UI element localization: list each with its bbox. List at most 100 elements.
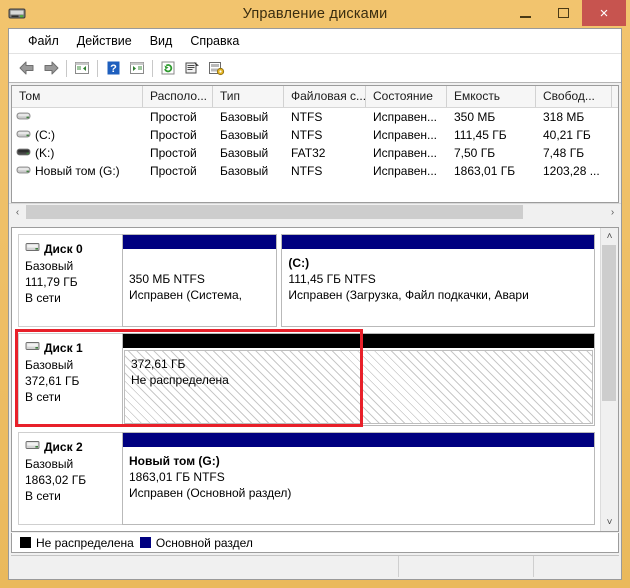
partition-color-bar — [123, 235, 277, 250]
table-row[interactable]: Простой Базовый NTFS Исправен... 350 МБ 318 М… — [12, 108, 618, 126]
partition-details: Новый том (G:) 1863,01 ГБ NTFS Исправен (О… — [123, 448, 594, 524]
column-header[interactable]: Том — [12, 86, 143, 107]
status-bar-cell-3 — [534, 556, 619, 577]
partition-details: (C:) 111,45 ГБ NTFS Исправен (Загрузка, Фа… — [282, 250, 594, 326]
legend-label: Не распределена — [36, 535, 134, 550]
cell-layout: Простой — [150, 128, 197, 142]
partition-container: Новый том (G:) 1863,01 ГБ NTFS Исправен (О… — [122, 432, 595, 525]
help-icon[interactable]: ? — [101, 56, 125, 80]
vscroll-thumb[interactable] — [602, 245, 616, 402]
partition-status: Исправен (Основной раздел) — [129, 486, 292, 500]
table-row[interactable]: Новый том (G:) Простой Базовый NTFS Исправен… — [12, 162, 618, 180]
menu-item-file[interactable]: Файл — [19, 31, 68, 51]
cell-name: (K:) — [12, 146, 143, 161]
menu-item-help[interactable]: Справка — [181, 31, 248, 51]
scroll-up-icon[interactable]: ˄ — [601, 228, 618, 245]
back-arrow-icon[interactable] — [15, 56, 39, 80]
column-header[interactable]: Состояние — [366, 86, 447, 107]
cell-layout: Простой — [150, 110, 197, 124]
volume-name: (C:) — [35, 128, 55, 142]
rescan-disks-icon[interactable] — [204, 56, 228, 80]
partition[interactable]: 372,61 ГБ Не распределена — [122, 333, 595, 426]
partition[interactable]: 350 МБ NTFS Исправен (Система, — [122, 234, 278, 327]
volume-list-pane: Том Располо... Тип Файловая с... Состояние Ем… — [11, 85, 619, 203]
cell-layout: Простой — [150, 146, 197, 160]
disk-info-panel[interactable]: Диск 2 Базовый 1863,02 ГБ В сети — [18, 432, 122, 525]
disk-type: Базовый — [25, 259, 74, 273]
table-row[interactable]: (C:) Простой Базовый NTFS Исправен... 111,45 … — [12, 126, 618, 144]
volume-drive-icon — [16, 164, 31, 179]
toolbar: ? — [9, 54, 621, 83]
partition-size: 111,45 ГБ NTFS — [288, 272, 376, 286]
volume-drive-icon — [16, 110, 31, 125]
close-icon: × — [599, 4, 609, 22]
maximize-button[interactable] — [544, 0, 582, 26]
volume-list-body[interactable]: Простой Базовый NTFS Исправен... 350 МБ 318 М… — [12, 108, 618, 202]
partition-label-spacer — [129, 255, 276, 271]
scroll-right-icon[interactable]: › — [604, 204, 621, 221]
disk-row[interactable]: Диск 1 Базовый 372,61 ГБ В сети 372,61 ГБ Не … — [12, 327, 600, 426]
cell-filesystem: NTFS — [291, 164, 323, 178]
partition-color-bar — [123, 334, 594, 349]
cell-type: Базовый — [220, 128, 269, 142]
disk-size: 372,61 ГБ — [25, 374, 80, 388]
cell-name: Новый том (G:) — [12, 164, 143, 179]
disk-row[interactable]: Диск 0 Базовый 111,79 ГБ В сети 350 МБ NTFS И… — [12, 228, 600, 327]
title-bar: Управление дисками × — [6, 0, 626, 28]
disk-title: Диск 0 — [25, 241, 122, 256]
column-header[interactable]: Располо... — [143, 86, 213, 107]
partition-container: 350 МБ NTFS Исправен (Система, (C:) 111,45 … — [122, 234, 595, 327]
legend: Не распределена Основной раздел — [11, 533, 619, 553]
table-row[interactable]: (K:) Простой Базовый FAT32 Исправен... 7,50 Г… — [12, 144, 618, 162]
column-header[interactable]: Свобод... — [536, 86, 612, 107]
status-bar-cell-1 — [11, 556, 399, 577]
legend-swatch — [139, 537, 151, 548]
volume-list-header: Том Располо... Тип Файловая с... Состояние Ем… — [12, 86, 618, 108]
refresh-icon[interactable] — [156, 56, 180, 80]
column-header[interactable]: Емкость — [447, 86, 536, 107]
cell-status: Исправен... — [373, 128, 438, 142]
disk-name: Диск 0 — [44, 241, 83, 256]
volume-name: Новый том (G:) — [35, 164, 120, 178]
partition[interactable]: (C:) 111,45 ГБ NTFS Исправен (Загрузка, Фа… — [281, 234, 595, 327]
show-hide-action-pane-icon[interactable] — [125, 56, 149, 80]
disk-size: 1863,02 ГБ — [25, 473, 87, 487]
disk-state: В сети — [25, 291, 61, 305]
partition-status: Исправен (Загрузка, Файл подкачки, Авари — [288, 288, 529, 302]
disk-type: Базовый — [25, 457, 74, 471]
hscroll-thumb[interactable] — [26, 205, 524, 219]
partition-details: 372,61 ГБ Не распределена — [124, 350, 593, 424]
disk-name: Диск 2 — [44, 439, 83, 454]
cell-type: Базовый — [220, 110, 269, 124]
cell-status: Исправен... — [373, 110, 438, 124]
menu-item-view[interactable]: Вид — [141, 31, 182, 51]
hscroll-track[interactable] — [26, 204, 604, 221]
cell-type: Базовый — [220, 146, 269, 160]
disk-type: Базовый — [25, 358, 74, 372]
status-bar-cell-2 — [399, 556, 534, 577]
client-area: Файл Действие Вид Справка ? Том Располо.… — [8, 28, 622, 580]
vscroll-track[interactable] — [601, 245, 618, 514]
legend-swatch — [20, 537, 31, 548]
scroll-down-icon[interactable]: ˅ — [601, 514, 618, 531]
graphical-view-vscrollbar[interactable]: ˄ ˅ — [600, 228, 618, 531]
scroll-left-icon[interactable]: ‹ — [9, 204, 26, 221]
close-button[interactable]: × — [582, 0, 626, 26]
show-hide-console-tree-icon[interactable] — [70, 56, 94, 80]
cell-filesystem: NTFS — [291, 128, 323, 142]
svg-text:?: ? — [110, 63, 117, 75]
volume-list-hscrollbar[interactable]: ‹ › — [9, 203, 621, 221]
forward-arrow-icon[interactable] — [39, 56, 63, 80]
partition[interactable]: Новый том (G:) 1863,01 ГБ NTFS Исправен (О… — [122, 432, 595, 525]
disk-info-panel[interactable]: Диск 1 Базовый 372,61 ГБ В сети — [18, 333, 122, 426]
properties-icon[interactable] — [180, 56, 204, 80]
cell-free: 318 МБ — [543, 110, 585, 124]
disk-drive-icon — [6, 4, 28, 24]
minimize-button[interactable] — [506, 0, 544, 26]
disk-row[interactable]: Диск 2 Базовый 1863,02 ГБ В сети Новый том (… — [12, 426, 600, 525]
column-header[interactable]: Файловая с... — [284, 86, 366, 107]
partition-status: Не распределена — [131, 373, 229, 387]
column-header[interactable]: Тип — [213, 86, 284, 107]
disk-info-panel[interactable]: Диск 0 Базовый 111,79 ГБ В сети — [18, 234, 122, 327]
menu-item-action[interactable]: Действие — [68, 31, 141, 51]
